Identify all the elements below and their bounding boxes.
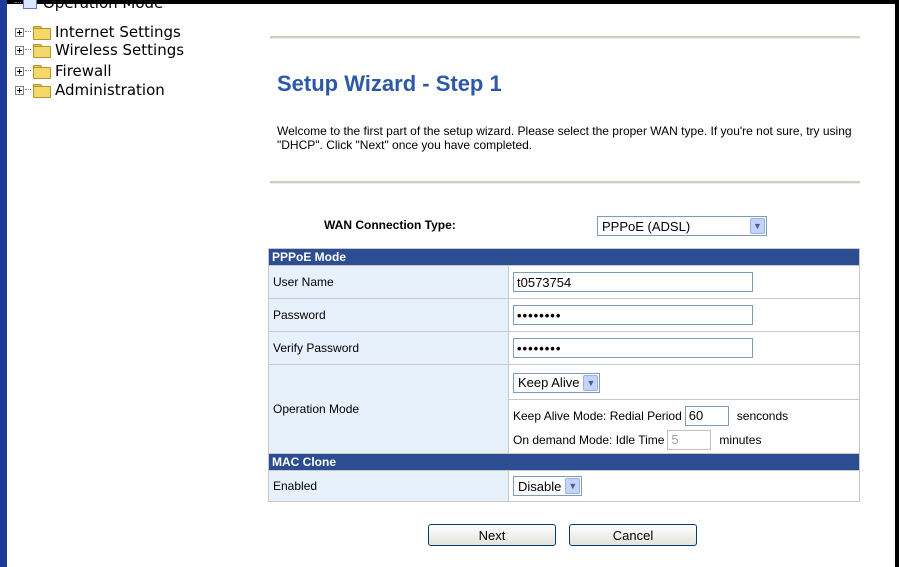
tree-item-label[interactable]: Operation Mode (43, 0, 163, 12)
password-input[interactable]: •••••••• (513, 305, 753, 325)
mac-clone-enabled-value: Disable (518, 478, 562, 494)
mac-clone-enabled-label: Enabled (268, 470, 509, 502)
tree-connector (25, 31, 31, 33)
pppoe-settings-table: PPPoE Mode User Name t0573754 Password •… (268, 248, 860, 502)
tree-connector (15, 2, 21, 4)
page-title: Setup Wizard - Step 1 (277, 71, 502, 96)
wan-connection-type-select[interactable]: PPPoE (ADSL) ▼ (597, 216, 767, 236)
expand-plus-icon[interactable] (15, 45, 24, 55)
tree-item-wireless-settings[interactable]: Wireless Settings (15, 41, 184, 59)
cancel-button[interactable]: Cancel (569, 524, 697, 546)
tree-connector (25, 89, 31, 91)
table-row: Enabled Disable ▼ (268, 470, 860, 502)
redial-period-input[interactable]: 60 (684, 405, 729, 426)
expand-plus-icon[interactable] (15, 85, 24, 95)
expand-plus-icon[interactable] (15, 66, 24, 76)
username-input[interactable]: t0573754 (513, 272, 753, 292)
right-frame-border (895, 0, 899, 567)
page-icon (23, 0, 37, 9)
minutes-unit: minutes (719, 432, 762, 447)
operation-mode-select[interactable]: Keep Alive ▼ (513, 372, 601, 393)
tree-item-label[interactable]: Wireless Settings (55, 41, 184, 59)
operation-mode-options: Keep Alive Mode: Redial Period 60 sencon… (509, 400, 859, 452)
chevron-down-icon[interactable]: ▼ (750, 218, 765, 234)
table-row: User Name t0573754 (268, 265, 860, 299)
tree-item-label[interactable]: Firewall (55, 62, 112, 80)
divider-middle (270, 181, 860, 184)
page-description: Welcome to the first part of the setup w… (277, 124, 852, 152)
tree-item-label[interactable]: Administration (55, 81, 165, 99)
tree-item-label[interactable]: Internet Settings (55, 23, 181, 41)
operation-mode-select-row: Keep Alive ▼ (509, 367, 859, 400)
chevron-down-icon[interactable]: ▼ (565, 478, 581, 494)
divider-top (270, 36, 860, 39)
keep-alive-row: Keep Alive Mode: Redial Period 60 sencon… (513, 404, 859, 428)
on-demand-label: On demand Mode: Idle Time (513, 432, 665, 447)
seconds-unit: senconds (736, 408, 789, 423)
wan-connection-type-label: WAN Connection Type: (324, 218, 456, 232)
tree-item-operation-mode[interactable]: Operation Mode (15, 0, 163, 12)
folder-icon (33, 25, 51, 40)
idle-time-input[interactable]: 5 (667, 429, 712, 450)
tree-connector (25, 49, 31, 51)
tree-connector (25, 70, 31, 72)
folder-icon (33, 83, 51, 98)
left-frame-border (0, 0, 7, 567)
operation-mode-label: Operation Mode (268, 364, 509, 454)
keep-alive-label: Keep Alive Mode: Redial Period (513, 408, 682, 423)
wan-connection-type-value: PPPoE (ADSL) (602, 218, 691, 234)
table-row: Verify Password •••••••• (268, 331, 860, 365)
pppoe-mode-header: PPPoE Mode (268, 248, 860, 266)
folder-icon (33, 64, 51, 79)
tree-item-administration[interactable]: Administration (15, 81, 165, 99)
table-row: Operation Mode Keep Alive ▼ Keep Alive M… (268, 364, 860, 454)
verify-password-input[interactable]: •••••••• (513, 338, 753, 358)
next-button[interactable]: Next (428, 524, 556, 546)
tree-item-firewall[interactable]: Firewall (15, 62, 112, 80)
chevron-down-icon[interactable]: ▼ (583, 374, 599, 391)
password-label: Password (268, 298, 509, 332)
folder-icon (33, 43, 51, 58)
verify-password-label: Verify Password (268, 331, 509, 365)
on-demand-row: On demand Mode: Idle Time 5 minutes (513, 428, 859, 452)
mac-clone-enabled-select[interactable]: Disable ▼ (513, 476, 583, 496)
mac-clone-header: MAC Clone (268, 453, 860, 471)
table-row: Password •••••••• (268, 298, 860, 332)
operation-mode-value: Keep Alive (518, 375, 580, 390)
expand-plus-icon[interactable] (15, 27, 24, 37)
tree-item-internet-settings[interactable]: Internet Settings (15, 23, 181, 41)
username-label: User Name (268, 265, 509, 299)
